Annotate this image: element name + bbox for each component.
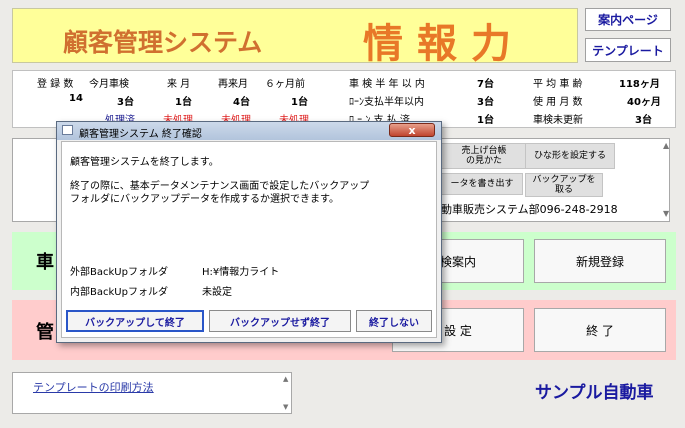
exit-confirm-dialog: 顧客管理システム 終了確認 x 顧客管理システムを終了します。 終了の際に、基本… — [56, 121, 442, 343]
stat-header-next-month: 来 月 — [167, 79, 191, 90]
close-icon[interactable]: x — [389, 123, 435, 137]
stat-value-avg-age: 118ヶ月 — [619, 79, 660, 90]
stat-value-inspection-not-renewed: 3台 — [635, 115, 652, 126]
dialog-message-1: 顧客管理システムを終了します。 — [70, 157, 219, 168]
stat-header-registered: 登 録 数 — [37, 79, 74, 90]
stat-value-next-month: 1台 — [175, 97, 192, 108]
stat-label-loan-half-year: ﾛｰﾝ支払半年以内 — [349, 97, 424, 108]
export-data-button[interactable]: ータを書き出す — [441, 173, 523, 195]
guide-page-button[interactable]: 案内ページ — [585, 8, 671, 31]
internal-backup-value: 未設定 — [202, 287, 232, 298]
dialog-body: 顧客管理システムを終了します。 終了の際に、基本データメンテナンス画面で設定した… — [61, 141, 437, 338]
app-title: 顧客管理システム — [63, 28, 263, 57]
stat-label-months-used: 使 用 月 数 — [533, 97, 583, 108]
stat-value-month-after: 4台 — [233, 97, 250, 108]
take-backup-button[interactable]: バックアップを 取る — [525, 173, 603, 197]
contact-info: 動車販売システム部096-248-2918 — [441, 203, 618, 216]
stat-label-inspection-half-year: 車 検 半 年 以 内 — [349, 79, 425, 90]
stat-header-six-months: ６ヶ月前 — [265, 79, 305, 90]
stat-value-inspection-half-year: 7台 — [477, 79, 494, 90]
stats-panel: 登 録 数 今月車検 来 月 再来月 ６ヶ月前 14 3台 1台 4台 1台 処… — [12, 70, 676, 128]
external-backup-label: 外部BackUpフォルダ — [70, 267, 168, 278]
scroll-up-icon[interactable]: ▲ — [283, 375, 288, 383]
template-button[interactable]: テンプレート — [585, 38, 671, 62]
scroll-down-icon[interactable]: ▼ — [663, 209, 669, 218]
stat-value-loan-paid: 1台 — [477, 115, 494, 126]
sales-ledger-guide-button[interactable]: 売上げ台帳 の見かた — [441, 143, 527, 169]
exit-without-backup-button[interactable]: バックアップせず終了 — [209, 310, 351, 332]
scroll-down-icon[interactable]: ▼ — [283, 403, 288, 411]
set-template-button[interactable]: ひな形を設定する — [525, 143, 615, 169]
help-link-box: テンプレートの印刷方法 ▲ ▼ — [12, 372, 292, 414]
management-section-label: 管 — [36, 322, 54, 343]
stat-label-inspection-not-renewed: 車検未更新 — [533, 115, 583, 126]
stat-value-loan-half-year: 3台 — [477, 97, 494, 108]
exit-button[interactable]: 終 了 — [534, 308, 666, 352]
dialog-title: 顧客管理システム 終了確認 — [79, 129, 202, 140]
new-registration-button[interactable]: 新規登録 — [534, 239, 666, 283]
stat-value-this-month: 3台 — [117, 97, 134, 108]
app-brand-title: 情報力 — [363, 20, 525, 67]
backup-and-exit-button[interactable]: バックアップして終了 — [66, 310, 204, 332]
header-banner: 顧客管理システム 情報力 — [12, 8, 578, 67]
stat-value-registered: 14 — [69, 93, 83, 104]
template-print-guide-link[interactable]: テンプレートの印刷方法 — [33, 379, 154, 395]
stat-header-this-month: 今月車検 — [89, 79, 129, 90]
dialog-message-3: フォルダにバックアップデータを作成するか選択できます。 — [70, 194, 339, 205]
inspection-section-label: 車 — [36, 252, 54, 273]
cancel-exit-button[interactable]: 終了しない — [356, 310, 432, 332]
stat-header-month-after: 再来月 — [218, 79, 248, 90]
dialog-titlebar[interactable]: 顧客管理システム 終了確認 x — [57, 122, 441, 140]
external-backup-value: H:¥情報力ライト — [202, 267, 280, 278]
stat-value-months-used: 40ヶ月 — [627, 97, 661, 108]
stat-label-avg-age: 平 均 車 齢 — [533, 79, 583, 90]
company-name: サンプル自動車 — [535, 383, 654, 403]
stat-value-six-months: 1台 — [291, 97, 308, 108]
app-window-icon — [62, 125, 73, 135]
internal-backup-label: 内部BackUpフォルダ — [70, 287, 168, 298]
scroll-up-icon[interactable]: ▲ — [663, 141, 669, 150]
